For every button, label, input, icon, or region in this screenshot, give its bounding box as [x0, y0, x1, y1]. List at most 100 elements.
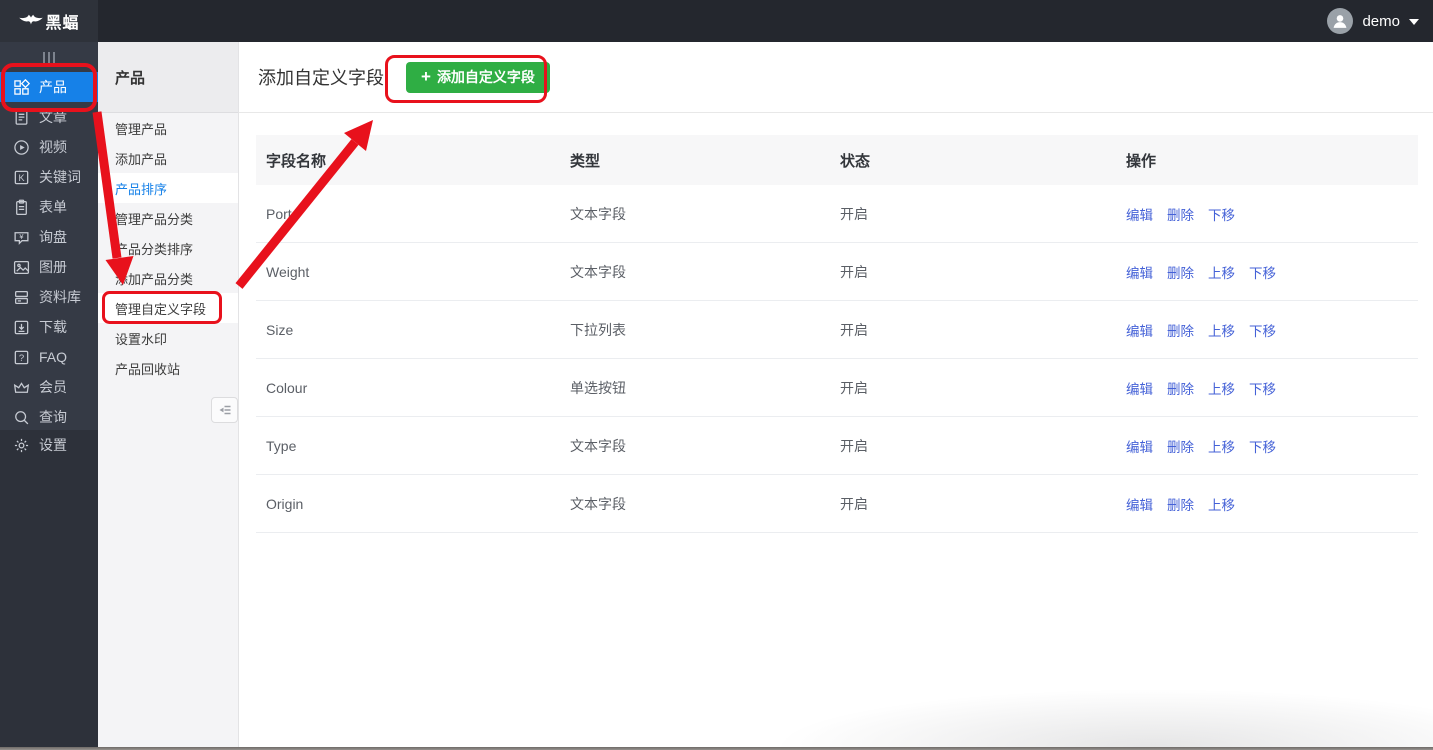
page-header: 添加自定义字段 + 添加自定义字段 — [238, 42, 1433, 113]
sidebar-item-label: 设置 — [39, 437, 67, 453]
custom-fields-table: 字段名称 类型 状态 操作 Port 文本字段 开启 编辑 删除 下移 Weight… — [256, 135, 1418, 533]
collapse-panel-icon — [219, 405, 230, 415]
move-down-link[interactable]: 下移 — [1249, 378, 1276, 398]
edit-link[interactable]: 编辑 — [1126, 436, 1153, 456]
delete-link[interactable]: 删除 — [1167, 320, 1194, 340]
column-header-type: 类型 — [570, 152, 601, 170]
delete-link[interactable]: 删除 — [1167, 378, 1194, 398]
move-down-link[interactable]: 下移 — [1208, 204, 1235, 224]
sidebar-item-gallery[interactable]: 图册 — [0, 252, 98, 282]
delete-link[interactable]: 删除 — [1167, 436, 1194, 456]
top-bar: 黑蝠 demo — [0, 0, 1433, 42]
submenu-item-watermark[interactable]: 设置水印 — [98, 323, 238, 353]
submenu-item-manage-categories[interactable]: 管理产品分类 — [98, 203, 238, 233]
products-icon — [13, 78, 30, 96]
submenu-item-add-category[interactable]: 添加产品分类 — [98, 263, 238, 293]
sidebar-item-label: 资料库 — [39, 289, 81, 305]
field-type: 文本字段 — [570, 263, 626, 280]
row-actions: 编辑 删除 上移 下移 — [1126, 262, 1418, 282]
secondary-sidebar: 产品 管理产品 添加产品 产品排序 管理产品分类 产品分类排序 添加产品分类 管理自定义字段… — [98, 42, 239, 750]
table-row-type: Type 文本字段 开启 编辑 删除 上移 下移 — [256, 417, 1418, 475]
sidebar-item-library[interactable]: 资料库 — [0, 282, 98, 312]
field-name: Type — [266, 437, 297, 454]
row-actions: 编辑 删除 下移 — [1126, 204, 1418, 224]
move-down-link[interactable]: 下移 — [1249, 320, 1276, 340]
column-header-field-name: 字段名称 — [266, 152, 327, 170]
downloads-icon — [13, 319, 30, 336]
articles-icon — [13, 109, 30, 126]
sidebar-item-keywords[interactable]: K 关键词 — [0, 162, 98, 192]
field-status: 开启 — [840, 495, 868, 512]
table-row-origin: Origin 文本字段 开启 编辑 删除 上移 — [256, 475, 1418, 533]
sidebar-item-downloads[interactable]: 下载 — [0, 312, 98, 342]
gallery-icon — [13, 259, 30, 276]
submenu-item-manage-products[interactable]: 管理产品 — [98, 113, 238, 143]
submenu-item-manage-custom-fields[interactable]: 管理自定义字段 — [98, 293, 238, 323]
move-up-link[interactable]: 上移 — [1208, 262, 1235, 282]
edit-link[interactable]: 编辑 — [1126, 378, 1153, 398]
row-actions: 编辑 删除 上移 — [1126, 494, 1418, 514]
add-custom-field-button[interactable]: + 添加自定义字段 — [406, 61, 550, 93]
field-name: Colour — [266, 379, 308, 396]
sidebar-item-label: 表单 — [39, 199, 67, 215]
sidebar-item-inquiries[interactable]: ¥ 询盘 — [0, 222, 98, 252]
sidebar-item-label: 视频 — [39, 139, 67, 155]
sidebar-item-forms[interactable]: 表单 — [0, 192, 98, 222]
sidebar-item-members[interactable]: 会员 — [0, 372, 98, 402]
sidebar-item-articles[interactable]: 文章 — [0, 102, 98, 132]
sidebar-item-faq[interactable]: ? FAQ — [0, 342, 98, 372]
column-header-actions: 操作 — [1126, 152, 1157, 170]
avatar — [1327, 8, 1354, 34]
delete-link[interactable]: 删除 — [1167, 204, 1194, 224]
field-name: Port — [266, 205, 292, 222]
sidebar-item-videos[interactable]: 视频 — [0, 132, 98, 162]
panel-collapse-button[interactable] — [211, 397, 238, 423]
delete-link[interactable]: 删除 — [1167, 494, 1194, 514]
edit-link[interactable]: 编辑 — [1126, 204, 1153, 224]
members-icon — [13, 379, 30, 396]
submenu-item-recycle-bin[interactable]: 产品回收站 — [98, 353, 238, 383]
move-up-link[interactable]: 上移 — [1208, 320, 1235, 340]
submenu-item-product-sort[interactable]: 产品排序 — [98, 173, 238, 203]
column-header-status: 状态 — [840, 152, 871, 170]
svg-text:K: K — [18, 172, 24, 182]
add-button-label: 添加自定义字段 — [436, 69, 535, 85]
sidebar-item-label: 图册 — [39, 259, 67, 275]
edit-link[interactable]: 编辑 — [1126, 494, 1153, 514]
table-row-weight: Weight 文本字段 开启 编辑 删除 上移 下移 — [256, 243, 1418, 301]
logo-text: 黑蝠 — [45, 15, 80, 32]
sidebar-item-label: 关键词 — [39, 169, 81, 185]
move-down-link[interactable]: 下移 — [1249, 436, 1276, 456]
submenu-item-category-sort[interactable]: 产品分类排序 — [98, 233, 238, 263]
edit-link[interactable]: 编辑 — [1126, 262, 1153, 282]
sidebar-lower-section: 设置 — [0, 430, 98, 750]
sidebar-item-products[interactable]: 产品 — [0, 72, 98, 102]
row-actions: 编辑 删除 上移 下移 — [1126, 378, 1418, 398]
delete-link[interactable]: 删除 — [1167, 262, 1194, 282]
bat-icon — [19, 14, 44, 25]
sidebar-item-label: 文章 — [39, 109, 67, 125]
submenu-item-add-product[interactable]: 添加产品 — [98, 143, 238, 173]
field-status: 开启 — [840, 379, 868, 396]
sidebar-item-label: 查询 — [39, 409, 67, 425]
sidebar-item-label: 产品 — [39, 79, 67, 95]
app-logo: 黑蝠 — [0, 0, 98, 42]
main-content: 添加自定义字段 + 添加自定义字段 字段名称 类型 状态 操作 Port 文本字… — [238, 42, 1433, 750]
sidebar-item-search[interactable]: 查询 — [0, 402, 98, 432]
move-up-link[interactable]: 上移 — [1208, 378, 1235, 398]
edit-link[interactable]: 编辑 — [1126, 320, 1153, 340]
user-name: demo — [1362, 12, 1400, 30]
sidebar-item-label: 询盘 — [39, 229, 67, 245]
sidebar-item-label: 会员 — [39, 379, 67, 395]
field-type: 文本字段 — [570, 495, 626, 512]
submenu-title: 产品 — [98, 42, 238, 113]
move-up-link[interactable]: 上移 — [1208, 494, 1235, 514]
move-down-link[interactable]: 下移 — [1249, 262, 1276, 282]
sidebar-item-settings[interactable]: 设置 — [0, 430, 98, 460]
sidebar-collapse-handle[interactable] — [0, 42, 98, 72]
page-title: 添加自定义字段 — [258, 68, 384, 88]
settings-icon — [13, 437, 30, 454]
move-up-link[interactable]: 上移 — [1208, 436, 1235, 456]
user-menu[interactable]: demo — [1327, 0, 1419, 42]
field-name: Origin — [266, 495, 304, 512]
